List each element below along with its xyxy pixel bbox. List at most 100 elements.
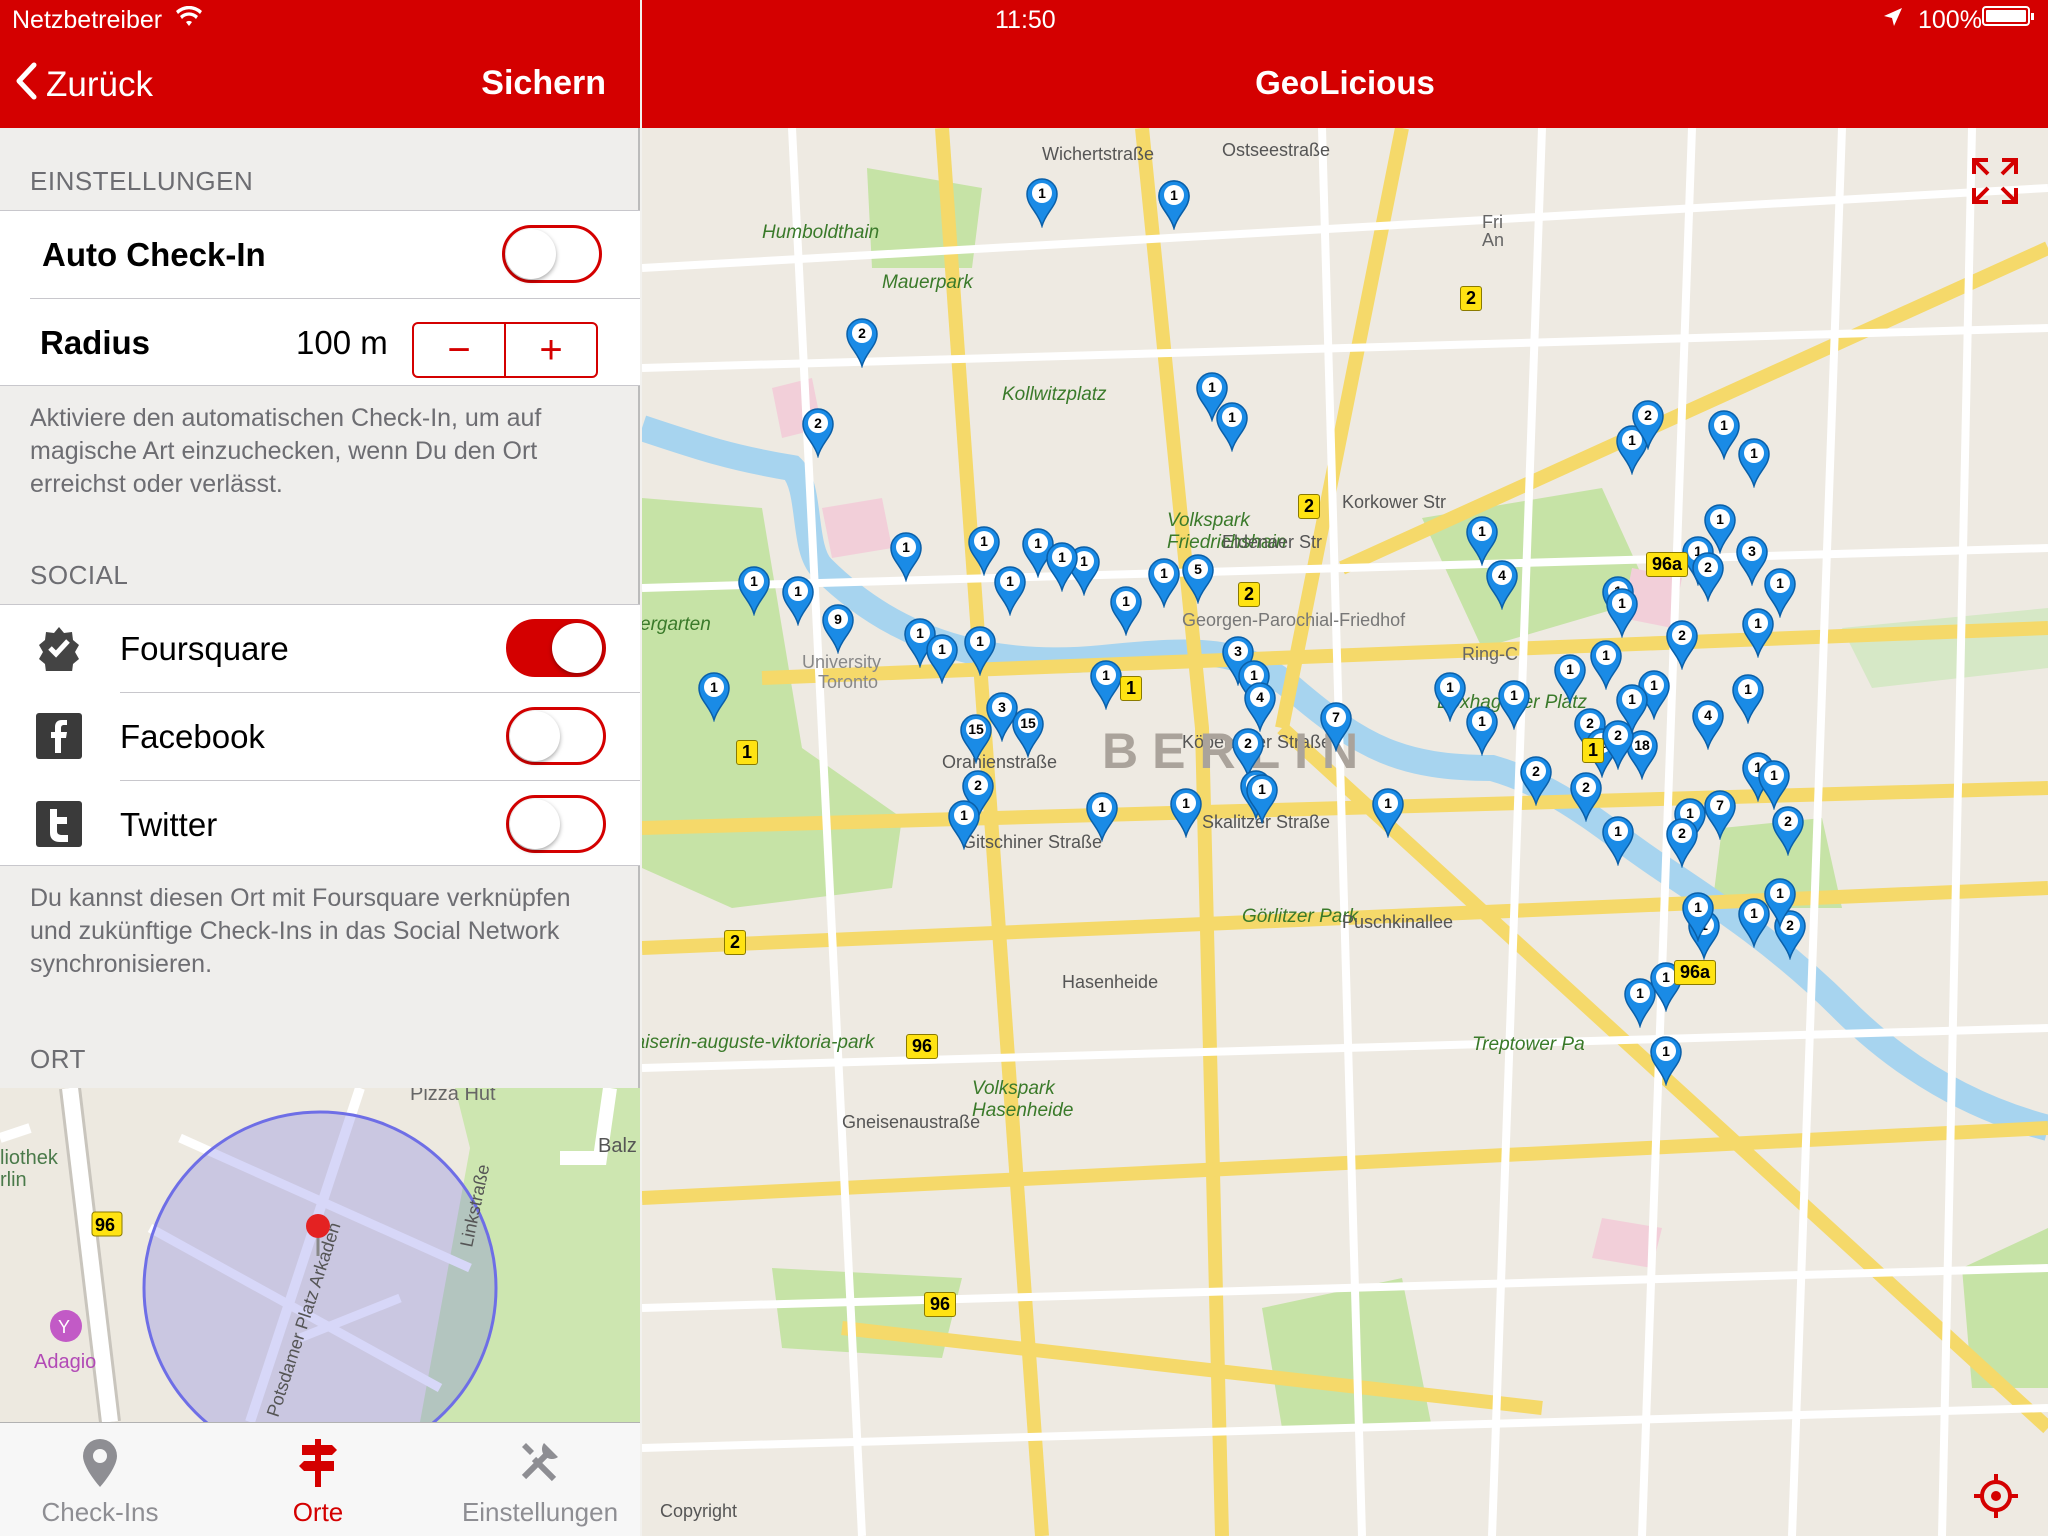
tab-orte[interactable]: Orte [218, 1423, 418, 1536]
map-pin[interactable]: 1 [1736, 436, 1772, 488]
map-pin[interactable]: 1 [1432, 670, 1468, 722]
svg-text:1: 1 [1770, 767, 1778, 783]
map-pin[interactable]: 1 [1702, 502, 1738, 554]
map-pin[interactable]: 1 [1552, 652, 1588, 704]
svg-text:2: 2 [1704, 559, 1712, 575]
svg-text:1: 1 [1602, 647, 1610, 663]
save-button[interactable]: Sichern [481, 64, 606, 103]
map-pin[interactable]: 1 [1370, 786, 1406, 838]
map-pin[interactable]: 1 [946, 798, 982, 850]
map-pin[interactable]: 2 [1518, 754, 1554, 806]
road-shield: 1 [1582, 738, 1605, 763]
map-pin[interactable]: 2 [1568, 770, 1604, 822]
map-pin[interactable]: 9 [820, 602, 856, 654]
map-pin[interactable]: 2 [844, 316, 880, 368]
svg-text:1: 1 [1258, 781, 1266, 797]
map-pin[interactable]: 2 [1770, 804, 1806, 856]
svg-text:1: 1 [1750, 905, 1758, 921]
svg-text:1: 1 [1098, 799, 1106, 815]
svg-text:2: 2 [1582, 779, 1590, 795]
map-pin[interactable]: 1 [1146, 556, 1182, 608]
increment-button[interactable]: + [506, 324, 596, 376]
map-pin[interactable]: 1 [1648, 1034, 1684, 1086]
map-pin[interactable]: 1 [1604, 586, 1640, 638]
svg-text:Toronto: Toronto [818, 672, 878, 692]
svg-text:Volkspark: Volkspark [1167, 510, 1251, 531]
map-pin[interactable]: 1 [1600, 814, 1636, 866]
map-pin[interactable]: 2 [1664, 816, 1700, 868]
main-map[interactable]: Humboldthain Mauerpark Kollwitzplatz Vol… [642, 128, 2048, 1536]
tab-check-ins[interactable]: Check-Ins [0, 1423, 200, 1536]
map-pin[interactable]: 1 [1680, 890, 1716, 942]
map-pin[interactable]: 1 [924, 632, 960, 684]
map-pin[interactable]: 4 [1242, 680, 1278, 732]
location-map-image: Pizza Hut liothek rlin Balz 96 Potsdamer… [0, 1088, 640, 1422]
map-pin[interactable]: 1 [1756, 758, 1792, 810]
map-pin[interactable]: 1 [1084, 790, 1120, 842]
road-shield: 2 [1298, 494, 1321, 519]
map-pin[interactable]: 1 [1614, 682, 1650, 734]
social-footer: Du kannst diesen Ort mit Foursquare verk… [30, 884, 571, 978]
chevron-left-icon [14, 62, 38, 109]
road-shield: 96 [924, 1292, 957, 1317]
settings-pane: Zurück Sichern EINSTELLUNGEN Auto Check-… [0, 0, 640, 1536]
social-row-facebook: Facebook [0, 693, 640, 781]
svg-text:ergarten: ergarten [642, 614, 711, 635]
svg-text:2: 2 [1532, 763, 1540, 779]
back-button[interactable]: Zurück [14, 60, 153, 110]
map-pin[interactable]: 7 [1318, 700, 1354, 752]
battery-percent: 100% [1918, 6, 1982, 34]
locate-icon[interactable] [1974, 1474, 2018, 1518]
svg-text:2: 2 [1244, 735, 1252, 751]
foursquare-toggle[interactable] [506, 619, 606, 677]
map-pin[interactable]: 1 [1214, 400, 1250, 452]
map-pin[interactable]: 2 [800, 406, 836, 458]
expand-icon[interactable] [1970, 156, 2020, 206]
svg-text:4: 4 [1498, 567, 1506, 583]
map-pin[interactable]: 1 [780, 574, 816, 626]
auto-checkin-footer: Aktiviere den automatischen Check-In, um… [30, 404, 542, 498]
map-pin[interactable]: 1 [1156, 178, 1192, 230]
map-pin[interactable]: 1 [1730, 672, 1766, 724]
foursquare-icon [39, 627, 79, 671]
map-pin[interactable]: 1 [1496, 678, 1532, 730]
map-pin[interactable]: 1 [1024, 176, 1060, 228]
map-pin[interactable]: 4 [1484, 558, 1520, 610]
location-map[interactable]: Pizza Hut liothek rlin Balz 96 Potsdamer… [0, 1088, 640, 1422]
auto-checkin-toggle[interactable] [502, 225, 602, 283]
svg-text:2: 2 [1644, 407, 1652, 423]
map-pin[interactable]: 2 [1664, 618, 1700, 670]
map-pin[interactable]: 5 [1180, 552, 1216, 604]
twitter-toggle[interactable] [506, 795, 606, 853]
map-pin[interactable]: 1 [1044, 540, 1080, 592]
map-pin[interactable]: 1 [1736, 896, 1772, 948]
map-pin[interactable]: 1 [888, 530, 924, 582]
svg-text:liothek: liothek [0, 1147, 59, 1169]
map-pin[interactable]: 1 [962, 624, 998, 676]
map-pin[interactable]: 1 [966, 524, 1002, 576]
road-shield: 96a [1674, 960, 1717, 985]
map-pin[interactable]: 4 [1690, 698, 1726, 750]
svg-text:Fri: Fri [1482, 212, 1503, 232]
svg-text:1: 1 [1662, 1043, 1670, 1059]
map-pin[interactable]: 1 [1244, 772, 1280, 824]
app-title: GeoLicious [1255, 64, 1435, 101]
map-pin[interactable]: 1 [1740, 606, 1776, 658]
map-pin[interactable]: 2 [1630, 398, 1666, 450]
svg-text:Ring-C: Ring-C [1462, 644, 1518, 664]
svg-text:1: 1 [1650, 677, 1658, 693]
back-label: Zurück [46, 65, 153, 104]
map-pin[interactable]: 1 [1108, 584, 1144, 636]
map-pin[interactable]: 1 [1464, 704, 1500, 756]
svg-text:1: 1 [1776, 885, 1784, 901]
map-pin[interactable]: 1 [696, 670, 732, 722]
map-pin[interactable]: 15 [1010, 706, 1046, 758]
map-pin[interactable]: 1 [1168, 786, 1204, 838]
map-pin[interactable]: 1 [1088, 658, 1124, 710]
map-pin[interactable]: 2 [1690, 550, 1726, 602]
map-pin[interactable]: 1 [736, 564, 772, 616]
tab-einstellungen[interactable]: Einstellungen [440, 1423, 640, 1536]
facebook-label: Facebook [120, 718, 265, 755]
decrement-button[interactable]: − [414, 324, 506, 376]
facebook-toggle[interactable] [506, 707, 606, 765]
